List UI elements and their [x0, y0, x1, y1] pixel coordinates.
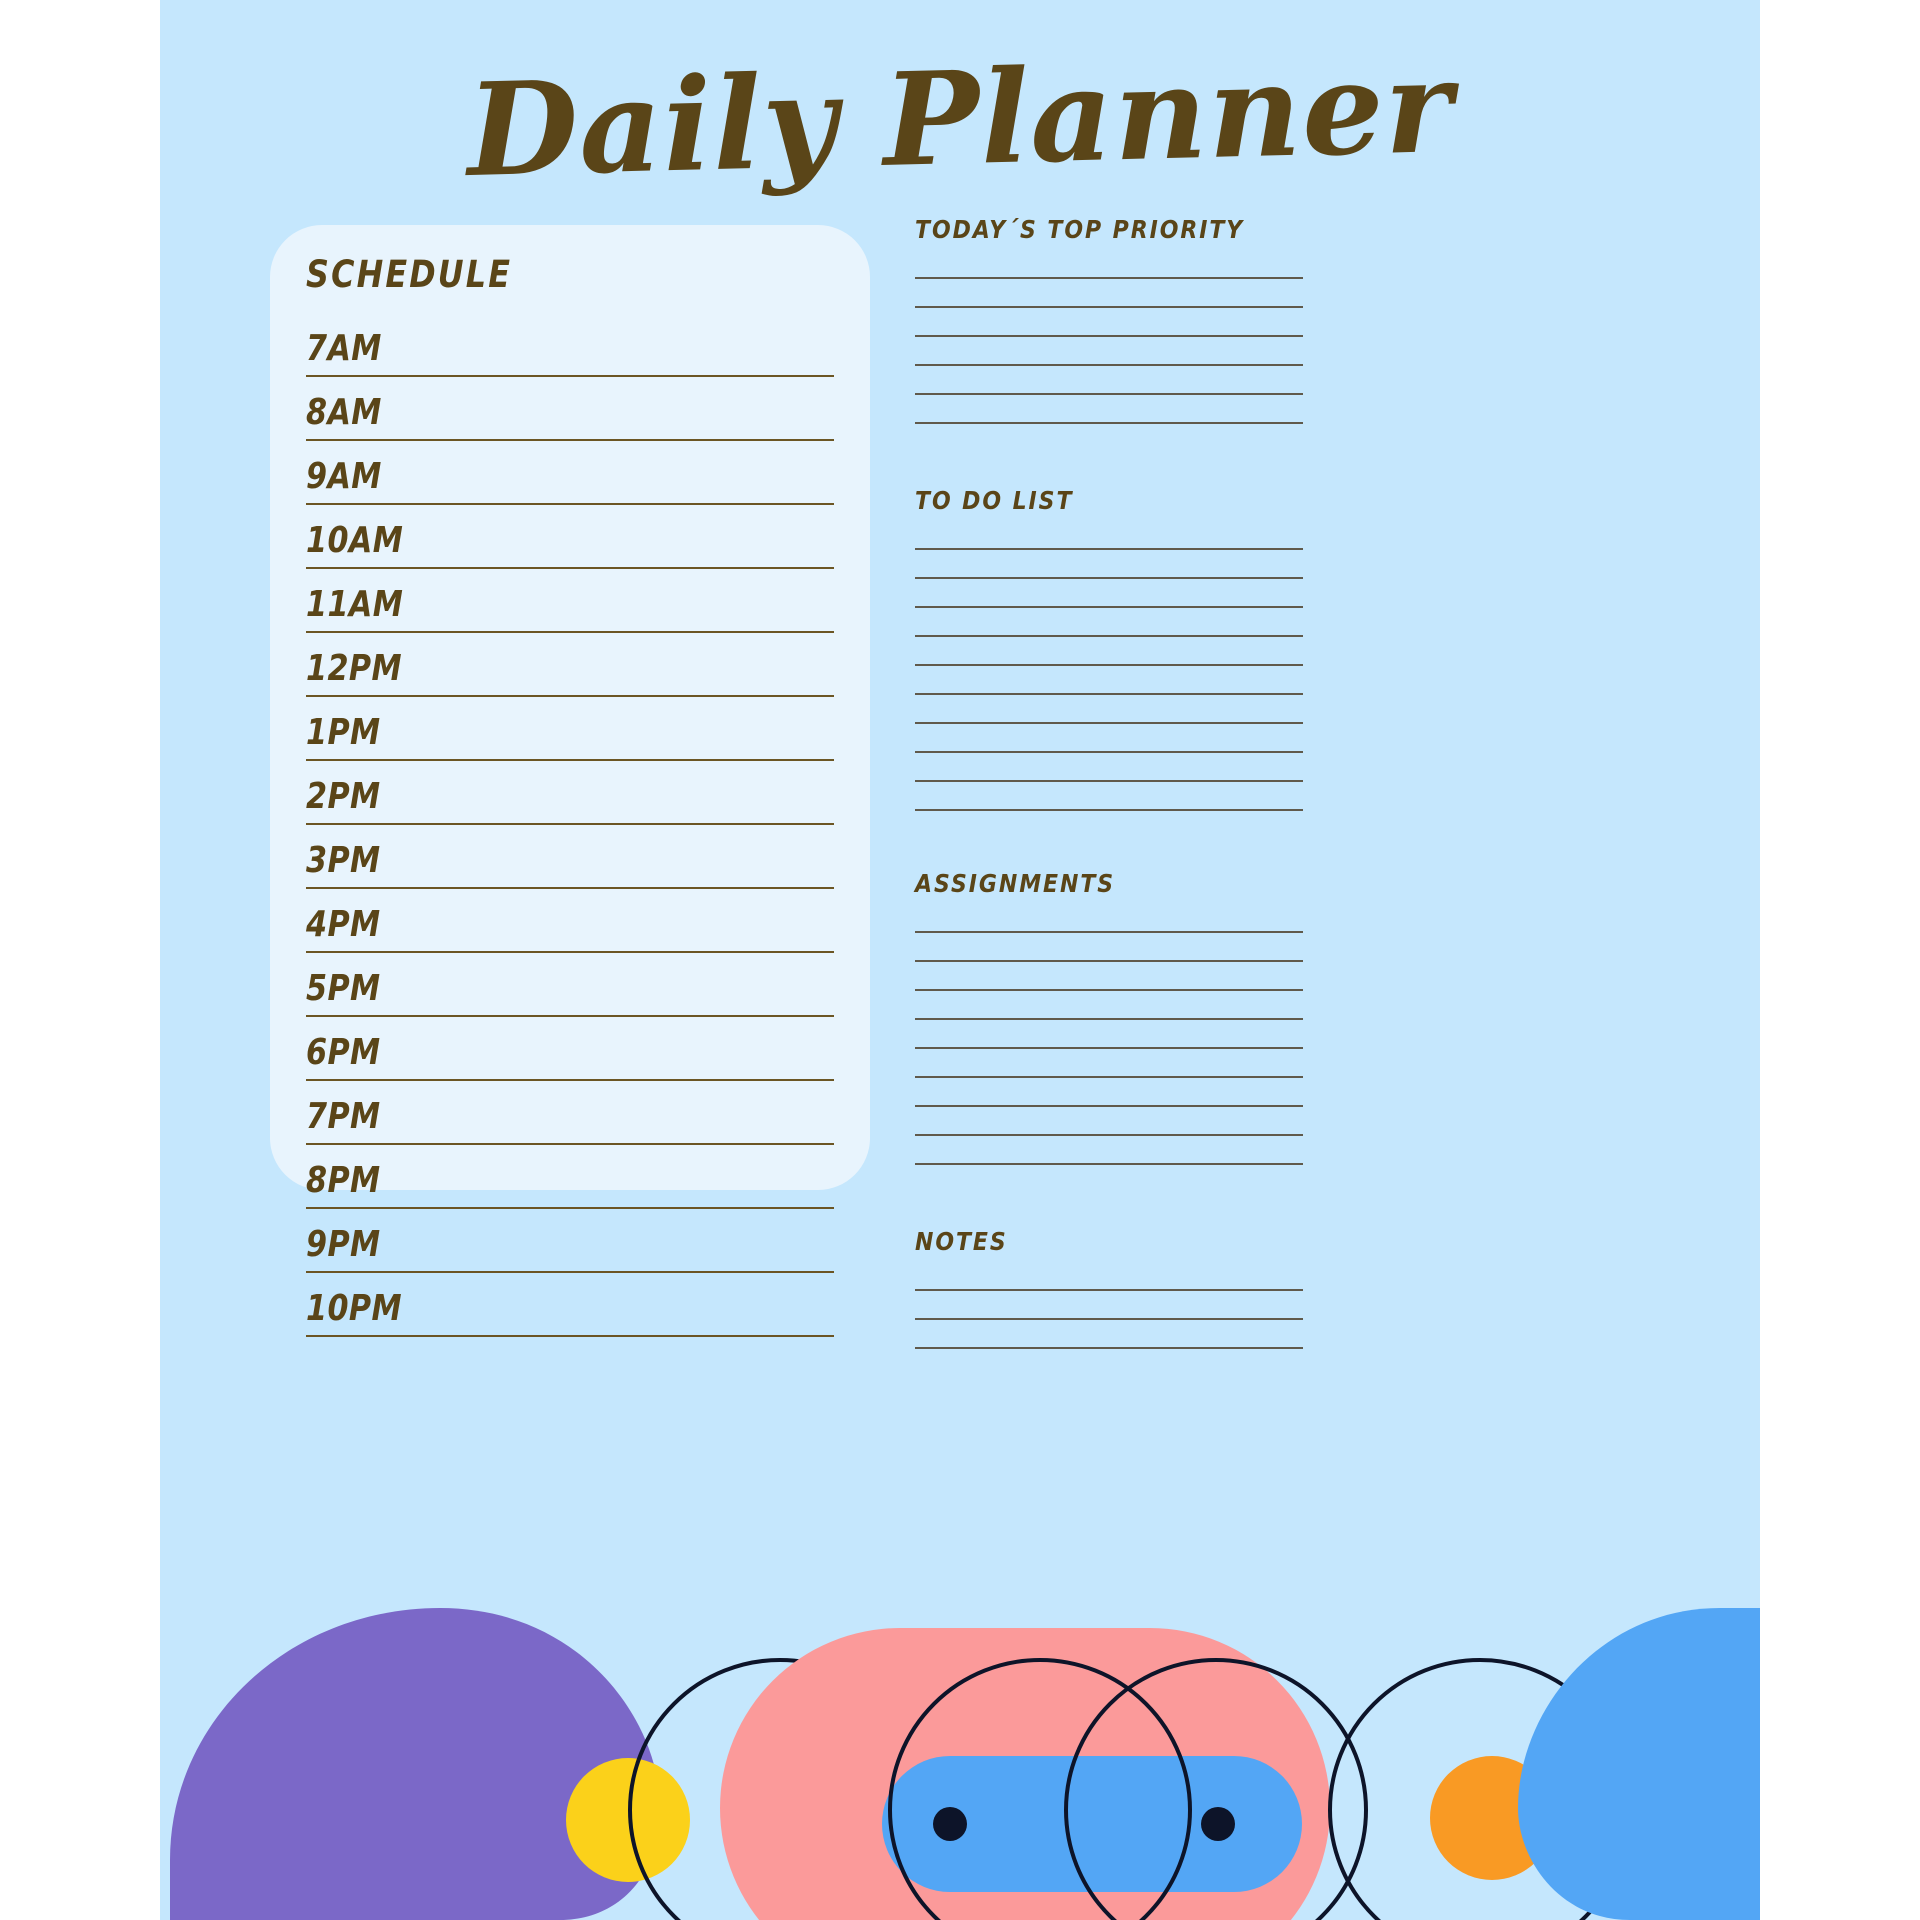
- section-to-do-list: TO DO LIST: [915, 486, 1305, 811]
- writing-line[interactable]: [915, 1020, 1303, 1049]
- writing-line[interactable]: [915, 933, 1303, 962]
- schedule-row[interactable]: 6PM: [306, 1017, 834, 1081]
- writing-line[interactable]: [915, 1049, 1303, 1078]
- writing-line[interactable]: [915, 962, 1303, 991]
- schedule-row[interactable]: 8AM: [306, 377, 834, 441]
- schedule-row[interactable]: 7PM: [306, 1081, 834, 1145]
- schedule-row[interactable]: 9PM: [306, 1209, 834, 1273]
- schedule-row[interactable]: 5PM: [306, 953, 834, 1017]
- writing-line[interactable]: [915, 1262, 1303, 1291]
- writing-line[interactable]: [915, 1291, 1303, 1320]
- schedule-time-label: 9PM: [306, 1224, 381, 1265]
- schedule-row[interactable]: 7AM: [306, 313, 834, 377]
- schedule-row[interactable]: 1PM: [306, 697, 834, 761]
- writing-line[interactable]: [915, 724, 1303, 753]
- yellow-circle: [566, 1758, 690, 1882]
- writing-line[interactable]: [915, 666, 1303, 695]
- writing-line[interactable]: [915, 1320, 1303, 1349]
- schedule-time-label: 6PM: [306, 1032, 381, 1073]
- schedule-time-label: 10PM: [306, 1288, 403, 1329]
- section-heading: ASSIGNMENTS: [915, 869, 1116, 898]
- schedule-time-label: 4PM: [306, 904, 381, 945]
- schedule-time-label: 9AM: [306, 456, 382, 497]
- page-title: Daily Planner: [465, 31, 1455, 207]
- writing-line[interactable]: [915, 637, 1303, 666]
- writing-line[interactable]: [915, 1136, 1303, 1165]
- bottom-decoration: [160, 1560, 1760, 1920]
- writing-line[interactable]: [915, 279, 1303, 308]
- right-column: TODAY´S TOP PRIORITY TO DO LIST ASSIGNMENT…: [915, 215, 1305, 1349]
- schedule-rows: 7AM 8AM 9AM 10AM 11AM 12PM 1PM 2PM 3PM 4PM 5PM 6PM 7…: [306, 313, 834, 1337]
- section-heading: NOTES: [915, 1227, 1008, 1256]
- section-heading: TO DO LIST: [915, 486, 1074, 515]
- schedule-row[interactable]: 12PM: [306, 633, 834, 697]
- schedule-card: SCHEDULE 7AM 8AM 9AM 10AM 11AM 12PM 1PM 2PM 3PM 4…: [270, 225, 870, 1337]
- section-notes: NOTES: [915, 1227, 1305, 1349]
- writing-line[interactable]: [915, 904, 1303, 933]
- writing-line[interactable]: [915, 579, 1303, 608]
- schedule-row[interactable]: 9AM: [306, 441, 834, 505]
- writing-line[interactable]: [915, 608, 1303, 637]
- schedule-time-label: 5PM: [306, 968, 381, 1009]
- schedule-row[interactable]: 10AM: [306, 505, 834, 569]
- writing-line[interactable]: [915, 366, 1303, 395]
- writing-line[interactable]: [915, 308, 1303, 337]
- schedule-row[interactable]: 11AM: [306, 569, 834, 633]
- writing-line[interactable]: [915, 250, 1303, 279]
- schedule-time-label: 2PM: [306, 776, 381, 817]
- writing-line[interactable]: [915, 991, 1303, 1020]
- schedule-row[interactable]: 2PM: [306, 761, 834, 825]
- blue-blob: [1518, 1608, 1760, 1920]
- schedule-time-label: 3PM: [306, 840, 381, 881]
- writing-line[interactable]: [915, 782, 1303, 811]
- writing-line[interactable]: [915, 337, 1303, 366]
- schedule-row[interactable]: 10PM: [306, 1273, 834, 1337]
- navy-dot-left: [933, 1807, 967, 1841]
- writing-line[interactable]: [915, 550, 1303, 579]
- schedule-time-label: 11AM: [306, 584, 404, 625]
- writing-line[interactable]: [915, 753, 1303, 782]
- schedule-time-label: 12PM: [306, 648, 403, 689]
- section-heading: TODAY´S TOP PRIORITY: [915, 215, 1245, 244]
- schedule-time-label: 1PM: [306, 712, 381, 753]
- section-lines: [915, 1262, 1303, 1349]
- schedule-row[interactable]: 4PM: [306, 889, 834, 953]
- schedule-time-label: 8AM: [306, 392, 382, 433]
- writing-line[interactable]: [915, 695, 1303, 724]
- section-assignments: ASSIGNMENTS: [915, 869, 1305, 1165]
- schedule-row[interactable]: 8PM: [306, 1145, 834, 1209]
- writing-line[interactable]: [915, 521, 1303, 550]
- purple-leaf-shape: [170, 1608, 660, 1920]
- writing-line[interactable]: [915, 1078, 1303, 1107]
- section-lines: [915, 904, 1303, 1165]
- schedule-row[interactable]: 3PM: [306, 825, 834, 889]
- planner-page: Daily Planner SCHEDULE 7AM 8AM 9AM 10AM 11AM…: [160, 0, 1760, 1920]
- writing-line[interactable]: [915, 395, 1303, 424]
- section-lines: [915, 521, 1303, 811]
- navy-dot-right: [1201, 1807, 1235, 1841]
- schedule-time-label: 10AM: [306, 520, 404, 561]
- schedule-time-label: 8PM: [306, 1160, 381, 1201]
- section-today-s-top-priority: TODAY´S TOP PRIORITY: [915, 215, 1305, 424]
- writing-line[interactable]: [915, 1107, 1303, 1136]
- schedule-heading: SCHEDULE: [306, 253, 513, 296]
- schedule-time-label: 7PM: [306, 1096, 381, 1137]
- schedule-time-label: 7AM: [306, 328, 382, 369]
- section-lines: [915, 250, 1303, 424]
